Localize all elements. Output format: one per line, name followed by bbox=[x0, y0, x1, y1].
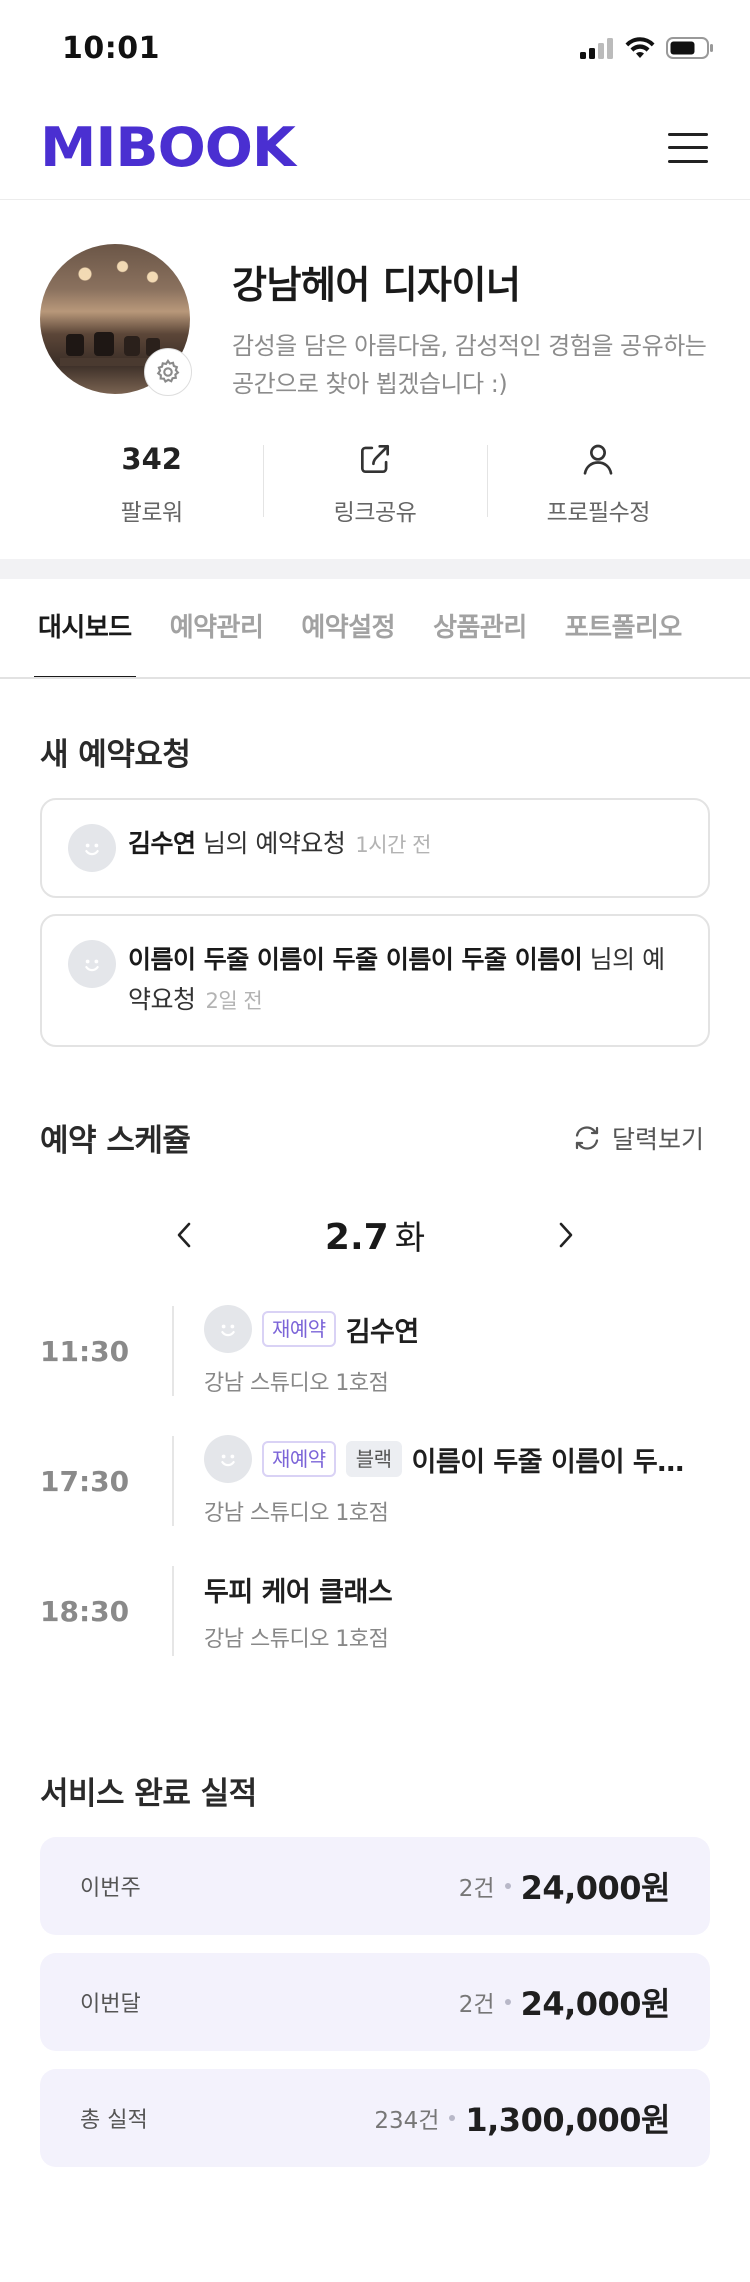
performance-card: 이번주 2건 24,000원 bbox=[40, 1837, 710, 1935]
new-requests-title: 새 예약요청 bbox=[40, 737, 191, 773]
request-time: 2일 전 bbox=[205, 989, 263, 1013]
tab-reservation-management[interactable]: 예약관리 bbox=[170, 579, 264, 677]
logo[interactable]: MIBOOK bbox=[40, 120, 296, 175]
chevron-right-icon[interactable] bbox=[545, 1215, 585, 1255]
performance-amount: 24,000원 bbox=[520, 1869, 671, 1907]
performance-section: 서비스 완료 실적 이번주 2건 24,000원 이번달 2건 24,000원 … bbox=[0, 1768, 750, 2167]
smiley-avatar-icon bbox=[68, 940, 116, 988]
smiley-avatar-icon bbox=[68, 824, 116, 872]
performance-label: 이번달 bbox=[80, 1992, 141, 2017]
calendar-view-button[interactable]: 달력보기 bbox=[572, 1120, 704, 1156]
schedule-location: 강남 스튜디오 1호점 bbox=[204, 1501, 389, 1526]
section-divider bbox=[0, 559, 750, 579]
tab-product-management[interactable]: 상품관리 bbox=[433, 579, 527, 677]
smiley-avatar-icon bbox=[204, 1435, 252, 1483]
profile-stats: 342 팔로워 링크공유 프로필수정 bbox=[40, 439, 710, 559]
schedule-item[interactable]: 11:30 재예약 김수연 강남 스튜디오 1호점 bbox=[40, 1305, 710, 1436]
followers-stat[interactable]: 342 팔로워 bbox=[40, 439, 263, 527]
edit-profile-button[interactable]: 프로필수정 bbox=[486, 439, 710, 527]
profile-description: 감성을 담은 아름다움, 감성적인 경험을 공유하는 공간으로 찾아 뵙겠습니다… bbox=[232, 332, 707, 398]
performance-card: 총 실적 234건 1,300,000원 bbox=[40, 2069, 710, 2167]
edit-profile-label: 프로필수정 bbox=[546, 500, 651, 526]
tab-dashboard[interactable]: 대시보드 bbox=[34, 579, 136, 677]
date-value: 2.7 bbox=[324, 1217, 389, 1258]
rebooking-tag: 재예약 bbox=[262, 1311, 336, 1347]
request-card[interactable]: 김수연 님의 예약요청 1시간 전 bbox=[40, 798, 710, 898]
performance-count: 234건 bbox=[374, 2108, 440, 2134]
request-name: 김수연 bbox=[128, 829, 196, 858]
performance-label: 이번주 bbox=[80, 1876, 141, 1901]
share-label: 링크공유 bbox=[333, 500, 417, 526]
share-link-button[interactable]: 링크공유 bbox=[263, 439, 486, 527]
date-navigator: 2.7 화 bbox=[40, 1210, 710, 1260]
schedule-class-name: 두피 케어 클래스 bbox=[204, 1576, 393, 1608]
schedule-customer-name: 김수연 bbox=[345, 1316, 419, 1348]
current-date: 2.7 화 bbox=[325, 1211, 425, 1259]
request-time: 1시간 전 bbox=[355, 833, 431, 857]
schedule-section: 예약 스케쥴 달력보기 2.7 화 11:30 재예약 김수연 강남 스튜디오 … bbox=[0, 1115, 750, 1696]
dot-separator bbox=[449, 2115, 456, 2121]
schedule-title: 예약 스케쥴 bbox=[40, 1123, 191, 1159]
gear-icon[interactable] bbox=[144, 348, 192, 396]
wifi-icon bbox=[625, 37, 655, 58]
performance-amount: 24,000원 bbox=[520, 1985, 671, 2023]
smiley-avatar-icon bbox=[204, 1305, 252, 1353]
status-time: 10:01 bbox=[62, 30, 160, 66]
share-icon bbox=[356, 439, 394, 479]
performance-count: 2건 bbox=[458, 1992, 495, 2018]
signal-icon bbox=[580, 38, 613, 59]
profile-name: 강남헤어 디자이너 bbox=[232, 263, 521, 307]
schedule-time: 11:30 bbox=[40, 1334, 130, 1368]
hamburger-menu-icon[interactable] bbox=[668, 132, 708, 163]
battery-icon bbox=[666, 37, 713, 59]
dot-separator bbox=[504, 1999, 511, 2005]
tab-reservation-settings[interactable]: 예약설정 bbox=[301, 579, 395, 677]
dot-separator bbox=[504, 1883, 511, 1889]
rebooking-tag: 재예약 bbox=[262, 1441, 336, 1477]
app-header: MIBOOK bbox=[0, 96, 750, 200]
performance-label: 총 실적 bbox=[80, 2108, 148, 2133]
request-name: 이름이 두줄 이름이 두줄 이름이 두줄 이름이 bbox=[128, 945, 583, 974]
status-icons bbox=[580, 36, 714, 60]
blacklist-tag: 블랙 bbox=[345, 1441, 402, 1477]
performance-amount: 1,300,000원 bbox=[465, 2101, 670, 2139]
tab-bar: 대시보드 예약관리 예약설정 상품관리 포트폴리오 bbox=[0, 579, 750, 679]
tab-portfolio[interactable]: 포트폴리오 bbox=[565, 579, 683, 677]
avatar-wrap bbox=[40, 244, 192, 396]
schedule-item[interactable]: 18:30 두피 케어 클래스 강남 스튜디오 1호점 bbox=[40, 1566, 710, 1696]
new-requests-section: 새 예약요청 김수연 님의 예약요청 1시간 전 이름이 두줄 이름이 두줄 이름… bbox=[0, 729, 750, 1047]
performance-title: 서비스 완료 실적 bbox=[40, 1776, 257, 1812]
chevron-left-icon[interactable] bbox=[165, 1215, 205, 1255]
calendar-view-label: 달력보기 bbox=[611, 1124, 704, 1154]
followers-count: 342 bbox=[121, 442, 182, 476]
followers-label: 팔로워 bbox=[120, 500, 183, 526]
status-bar: 10:01 bbox=[0, 0, 750, 96]
request-suffix: 님의 예약요청 bbox=[195, 829, 346, 858]
refresh-icon bbox=[575, 1125, 599, 1150]
performance-card: 이번달 2건 24,000원 bbox=[40, 1953, 710, 2051]
schedule-customer-name: 이름이 두줄 이름이 두줄... bbox=[411, 1446, 692, 1478]
schedule-item[interactable]: 17:30 재예약 블랙 이름이 두줄 이름이 두줄... 강남 스튜디오 1호… bbox=[40, 1435, 710, 1566]
schedule-time: 17:30 bbox=[40, 1464, 130, 1498]
request-card[interactable]: 이름이 두줄 이름이 두줄 이름이 두줄 이름이 님의 예약요청 2일 전 bbox=[40, 914, 710, 1047]
person-icon bbox=[579, 439, 617, 479]
day-of-week: 화 bbox=[394, 1218, 426, 1257]
schedule-time: 18:30 bbox=[40, 1594, 130, 1628]
performance-count: 2건 bbox=[458, 1876, 495, 1902]
schedule-list: 11:30 재예약 김수연 강남 스튜디오 1호점 17:30 재예약 블랙 이… bbox=[40, 1305, 710, 1696]
schedule-location: 강남 스튜디오 1호점 bbox=[204, 1626, 389, 1652]
schedule-location: 강남 스튜디오 1호점 bbox=[204, 1371, 389, 1396]
profile-section: 강남헤어 디자이너 감성을 담은 아름다움, 감성적인 경험을 공유하는 공간으… bbox=[0, 200, 750, 559]
